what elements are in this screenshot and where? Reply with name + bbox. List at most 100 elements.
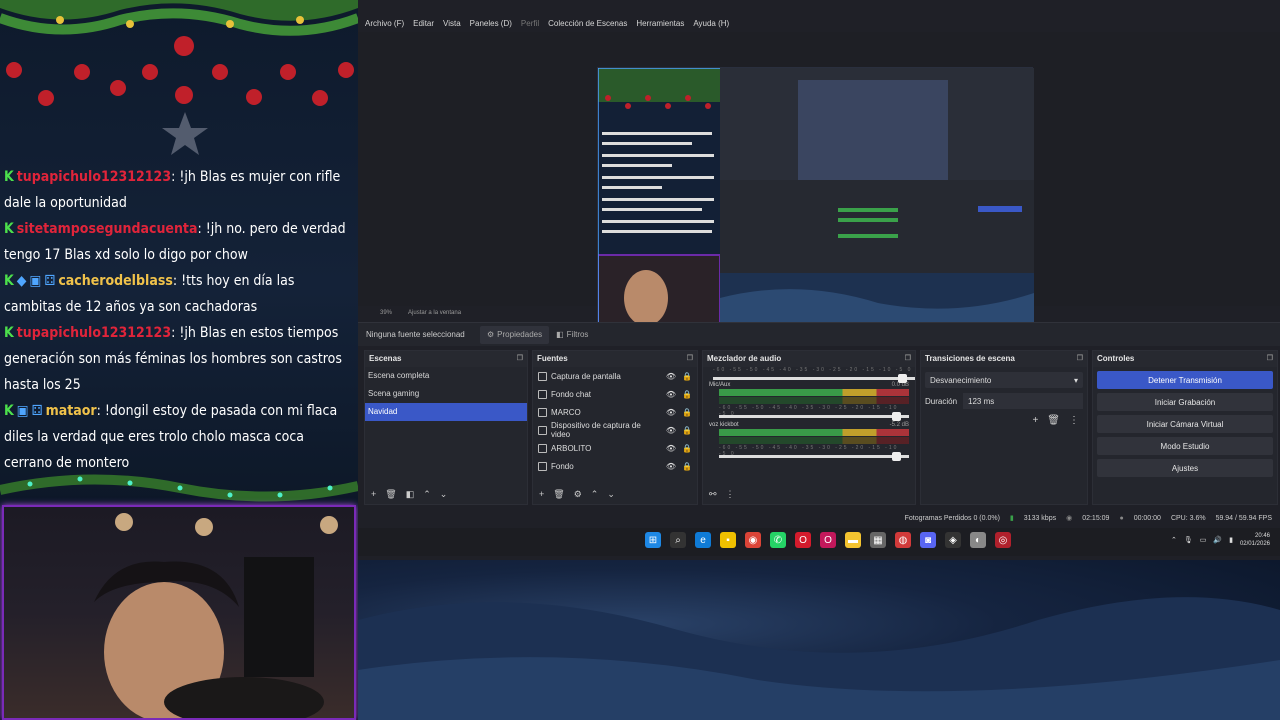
search-icon[interactable]: ⌕ <box>670 532 686 548</box>
link-icon[interactable]: ⚯ <box>709 489 717 500</box>
opera-gx-icon[interactable]: O <box>820 532 836 548</box>
source-item[interactable]: ARBOLITO 👁 🔒 <box>533 439 697 457</box>
live-time: 02:15:09 <box>1082 514 1110 522</box>
mic-icon[interactable]: 🎙 <box>1184 536 1193 544</box>
menu-item[interactable]: Editar <box>413 19 434 28</box>
windows-start-icon[interactable]: ⊞ <box>645 532 661 548</box>
lock-icon[interactable]: 🔒 <box>682 390 692 399</box>
control-button[interactable]: Iniciar Cámara Virtual <box>1097 415 1273 433</box>
menu-item[interactable]: Vista <box>443 19 461 28</box>
menu-item[interactable]: Colección de Escenas <box>548 19 627 28</box>
eye-icon[interactable]: 👁 <box>666 372 676 381</box>
battery-icon[interactable]: ▮ <box>1229 536 1233 544</box>
menu-item[interactable]: Ayuda (H) <box>693 19 729 28</box>
chevron-up-icon[interactable]: ⌃ <box>1171 536 1177 544</box>
duration-input[interactable]: 123 ms <box>963 393 1083 409</box>
whatsapp-icon[interactable]: ✆ <box>770 532 786 548</box>
menu-item[interactable]: Paneles (D) <box>470 19 512 28</box>
zoom-level[interactable]: 39% <box>380 310 392 316</box>
add-icon[interactable]: + <box>1032 415 1038 426</box>
down-icon[interactable]: ⌄ <box>440 489 448 500</box>
system-tray: ⌃ 🎙 ▭ 🔊 ▮ 20:46 02/01/2026 <box>1171 532 1270 548</box>
trash-icon[interactable]: 🗑 <box>553 489 564 500</box>
add-icon[interactable]: + <box>371 489 376 499</box>
volume-icon[interactable]: 🔊 <box>1213 536 1222 544</box>
fit-window-select[interactable]: Ajustar a la ventana <box>408 310 461 316</box>
dropped-frames: Fotogramas Perdidos 0 (0.0%) <box>904 514 1000 522</box>
store-icon[interactable]: ▦ <box>870 532 886 548</box>
undock-icon[interactable]: ❐ <box>905 354 911 364</box>
source-list: Captura de pantalla 👁 🔒 Fondo chat 👁 🔒 MARCO 👁 🔒… <box>533 367 697 475</box>
volume-slider[interactable] <box>719 412 909 421</box>
folder-icon[interactable]: ▬ <box>845 532 861 548</box>
volume-slider[interactable] <box>719 452 909 461</box>
control-button[interactable]: Ajustes <box>1097 459 1273 477</box>
eye-icon[interactable]: 👁 <box>666 390 676 399</box>
sources-dock: Fuentes ❐ Captura de pantalla 👁 🔒 Fondo chat… <box>532 350 698 505</box>
gear-icon[interactable]: ⚙ <box>574 489 582 500</box>
source-item[interactable]: Captura de pantalla 👁 🔒 <box>533 367 697 385</box>
eye-icon[interactable]: 👁 <box>666 444 676 453</box>
eye-icon[interactable]: 👁 <box>666 408 676 417</box>
network-icon[interactable]: ▭ <box>1200 536 1207 544</box>
chat-username: cacherodelblass <box>58 273 173 289</box>
volume-slider[interactable] <box>713 374 915 383</box>
media-icon[interactable]: ◐ <box>970 532 986 548</box>
app-icon[interactable]: ◍ <box>895 532 911 548</box>
stream-preview[interactable] <box>597 67 1034 336</box>
control-button[interactable]: Modo Estudio <box>1097 437 1273 455</box>
menu-icon[interactable]: ⋮ <box>1069 415 1079 426</box>
properties-button[interactable]: ⚙ Propiedades <box>480 325 550 344</box>
chat-badge-icon: K <box>4 169 14 185</box>
source-item[interactable]: Fondo 👁 🔒 <box>533 457 697 475</box>
undock-icon[interactable]: ❐ <box>687 354 693 364</box>
transition-select[interactable]: Desvanecimiento ▾ <box>925 372 1083 388</box>
clock[interactable]: 20:46 02/01/2026 <box>1240 532 1270 548</box>
level-meter <box>719 389 909 396</box>
chat-feed: Ktupapichulo12312123: !jh Blas es mujer … <box>0 164 358 476</box>
scene-item[interactable]: Scena gaming <box>365 385 527 403</box>
discord-icon[interactable]: ◙ <box>920 532 936 548</box>
trash-icon[interactable]: 🗑 <box>385 489 396 500</box>
scene-item[interactable]: Navidad <box>365 403 527 421</box>
chrome-icon[interactable]: ◉ <box>745 532 761 548</box>
menu-item[interactable]: Herramientas <box>636 19 684 28</box>
control-button[interactable]: Iniciar Grabación <box>1097 393 1273 411</box>
lock-icon[interactable]: 🔒 <box>682 372 692 381</box>
steam-icon[interactable]: ◈ <box>945 532 961 548</box>
lock-icon[interactable]: 🔒 <box>682 426 692 435</box>
down-icon[interactable]: ⌄ <box>607 489 615 500</box>
source-item[interactable]: Dispositivo de captura de video 👁 🔒 <box>533 421 697 439</box>
up-icon[interactable]: ⌃ <box>591 489 599 500</box>
source-item[interactable]: MARCO 👁 🔒 <box>533 403 697 421</box>
source-label: Dispositivo de captura de video <box>551 421 641 439</box>
lock-icon[interactable]: 🔒 <box>682 462 692 471</box>
source-item[interactable]: Fondo chat 👁 🔒 <box>533 385 697 403</box>
chat-message: Ksitetamposegundacuenta: !jh no. pero de… <box>0 216 358 268</box>
chat-badge-icon: K <box>4 273 14 289</box>
menu-item[interactable]: Perfil <box>521 19 539 28</box>
obs-icon[interactable]: ◎ <box>995 532 1011 548</box>
scenes-title: Escenas <box>369 354 402 363</box>
undock-icon[interactable]: ❐ <box>1077 354 1083 364</box>
opera-icon[interactable]: O <box>795 532 811 548</box>
trash-icon[interactable]: 🗑 <box>1047 415 1060 426</box>
status-bar: Fotogramas Perdidos 0 (0.0%) ▮ 3133 kbps… <box>358 510 1280 526</box>
menu-item[interactable]: Archivo (F) <box>365 19 404 28</box>
eye-icon[interactable]: 👁 <box>666 426 676 435</box>
undock-icon[interactable]: ❐ <box>1267 354 1273 364</box>
filter-icon[interactable]: ◧ <box>406 489 415 500</box>
rec-time: 00:00:00 <box>1133 514 1161 522</box>
eye-icon[interactable]: 👁 <box>666 462 676 471</box>
edge-icon[interactable]: e <box>695 532 711 548</box>
scene-item[interactable]: Escena completa <box>365 367 527 385</box>
menu-icon[interactable]: ⋮ <box>726 489 735 500</box>
up-icon[interactable]: ⌃ <box>423 489 431 500</box>
undock-icon[interactable]: ❐ <box>517 354 523 364</box>
lock-icon[interactable]: 🔒 <box>682 408 692 417</box>
lock-icon[interactable]: 🔒 <box>682 444 692 453</box>
add-icon[interactable]: + <box>539 489 544 499</box>
notes-icon[interactable]: ▪ <box>720 532 736 548</box>
filters-button[interactable]: ◧ Filtros <box>549 326 595 344</box>
control-button[interactable]: Detener Transmisión <box>1097 371 1273 389</box>
